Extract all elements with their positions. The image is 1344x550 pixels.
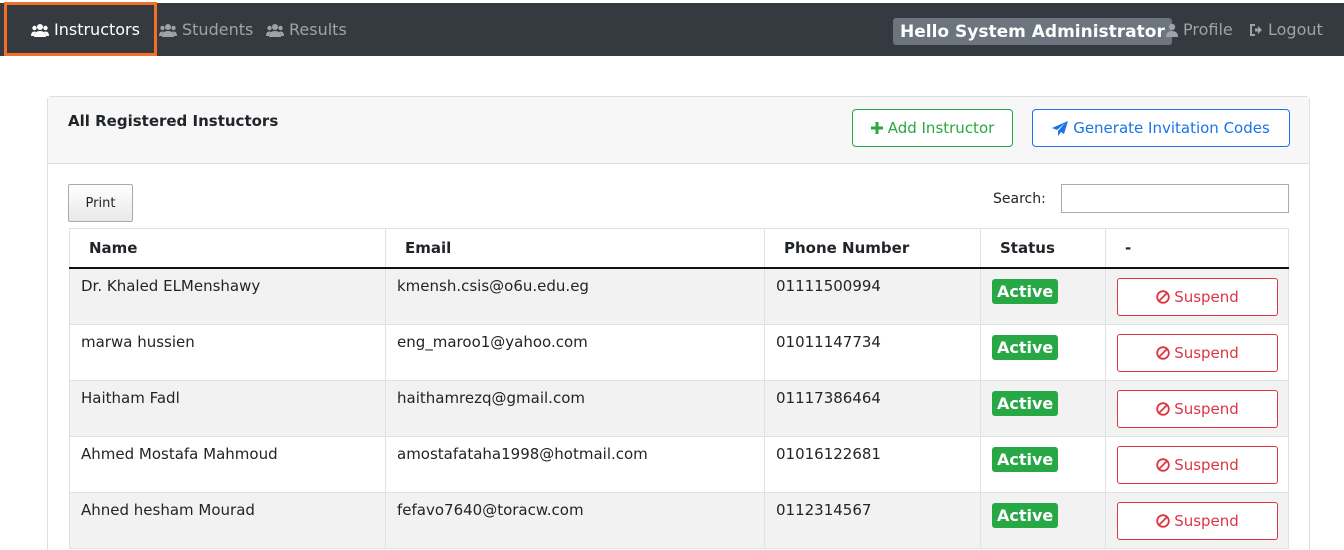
cell-action: Suspend [1106, 437, 1289, 492]
nav-results-label: Results [289, 20, 347, 39]
table-row: marwa hussien eng_maroo1@yahoo.com 01011… [69, 325, 1289, 381]
status-badge: Active [992, 335, 1059, 360]
cell-name: Ahmed Mostafa Mahmoud [69, 437, 386, 492]
users-icon [159, 23, 177, 37]
suspend-label: Suspend [1174, 456, 1239, 474]
cell-name: Haitham Fadl [69, 381, 386, 436]
ban-icon [1156, 290, 1170, 304]
suspend-button[interactable]: Suspend [1117, 278, 1278, 316]
suspend-button[interactable]: Suspend [1117, 446, 1278, 484]
cell-status: Active [981, 437, 1106, 492]
card-header: All Registered Instuctors Add Instructor… [48, 97, 1309, 164]
logout-icon [1250, 23, 1262, 36]
top-navbar: Instructors Students Results Hello Syste… [0, 3, 1344, 56]
table-row: Haitham Fadl haithamrezq@gmail.com 01117… [69, 381, 1289, 437]
suspend-button[interactable]: Suspend [1117, 390, 1278, 428]
header-phone[interactable]: Phone Number [765, 229, 981, 267]
cell-status: Active [981, 269, 1106, 324]
cell-action: Suspend [1106, 493, 1289, 548]
ban-icon [1156, 402, 1170, 416]
instructors-card: All Registered Instuctors Add Instructor… [47, 96, 1310, 550]
cell-name: Dr. Khaled ELMenshawy [69, 269, 386, 324]
status-badge: Active [992, 391, 1059, 416]
ban-icon [1156, 514, 1170, 528]
cell-email: amostafataha1998@hotmail.com [386, 437, 765, 492]
cell-email: eng_maroo1@yahoo.com [386, 325, 765, 380]
suspend-label: Suspend [1174, 344, 1239, 362]
nav-logout-label: Logout [1268, 20, 1323, 39]
greeting-badge: Hello System Administrator [893, 18, 1172, 45]
cell-status: Active [981, 325, 1106, 380]
cell-action: Suspend [1106, 325, 1289, 380]
cell-email: haithamrezq@gmail.com [386, 381, 765, 436]
table-header: Name Email Phone Number Status - [69, 228, 1289, 269]
cell-email: kmensh.csis@o6u.edu.eg [386, 269, 765, 324]
header-action: - [1106, 229, 1289, 267]
cell-phone: 01011147734 [765, 325, 981, 380]
add-instructor-button[interactable]: Add Instructor [852, 109, 1013, 147]
table-row: Dr. Khaled ELMenshawy kmensh.csis@o6u.ed… [69, 269, 1289, 325]
cell-name: marwa hussien [69, 325, 386, 380]
cell-status: Active [981, 381, 1106, 436]
cell-phone: 01117386464 [765, 381, 981, 436]
table-row: Ahmed Mostafa Mahmoud amostafataha1998@h… [69, 437, 1289, 493]
header-name[interactable]: Name [69, 229, 386, 267]
ban-icon [1156, 346, 1170, 360]
cell-action: Suspend [1106, 381, 1289, 436]
cell-name: Ahned hesham Mourad [69, 493, 386, 548]
nav-profile[interactable]: Profile [1166, 3, 1233, 56]
print-button[interactable]: Print [68, 184, 133, 222]
paper-plane-icon [1052, 120, 1069, 136]
table-row: Ahned hesham Mourad fefavo7640@toracw.co… [69, 493, 1289, 549]
status-badge: Active [992, 503, 1059, 528]
suspend-button[interactable]: Suspend [1117, 502, 1278, 540]
user-icon [1166, 23, 1178, 37]
cell-phone: 01111500994 [765, 269, 981, 324]
cell-phone: 0112314567 [765, 493, 981, 548]
cell-status: Active [981, 493, 1106, 548]
suspend-label: Suspend [1174, 288, 1239, 306]
status-badge: Active [992, 279, 1059, 304]
users-icon [266, 23, 284, 37]
nav-students-label: Students [182, 20, 254, 39]
generate-codes-label: Generate Invitation Codes [1073, 119, 1270, 137]
nav-students[interactable]: Students [159, 3, 253, 56]
add-instructor-label: Add Instructor [887, 119, 995, 137]
cell-email: fefavo7640@toracw.com [386, 493, 765, 548]
status-badge: Active [992, 447, 1059, 472]
search-label: Search: [993, 191, 1046, 207]
generate-codes-button[interactable]: Generate Invitation Codes [1032, 109, 1290, 147]
search-input[interactable] [1061, 184, 1289, 213]
suspend-label: Suspend [1174, 400, 1239, 418]
nav-logout[interactable]: Logout [1249, 3, 1323, 56]
plus-icon [870, 122, 883, 134]
nav-profile-label: Profile [1183, 20, 1233, 39]
ban-icon [1156, 458, 1170, 472]
cell-phone: 01016122681 [765, 437, 981, 492]
suspend-button[interactable]: Suspend [1117, 334, 1278, 372]
highlight-box [4, 2, 157, 56]
header-status[interactable]: Status [981, 229, 1106, 267]
cell-action: Suspend [1106, 269, 1289, 324]
card-title: All Registered Instuctors [68, 112, 279, 130]
nav-results[interactable]: Results [266, 3, 347, 56]
suspend-label: Suspend [1174, 512, 1239, 530]
header-email[interactable]: Email [386, 229, 765, 267]
